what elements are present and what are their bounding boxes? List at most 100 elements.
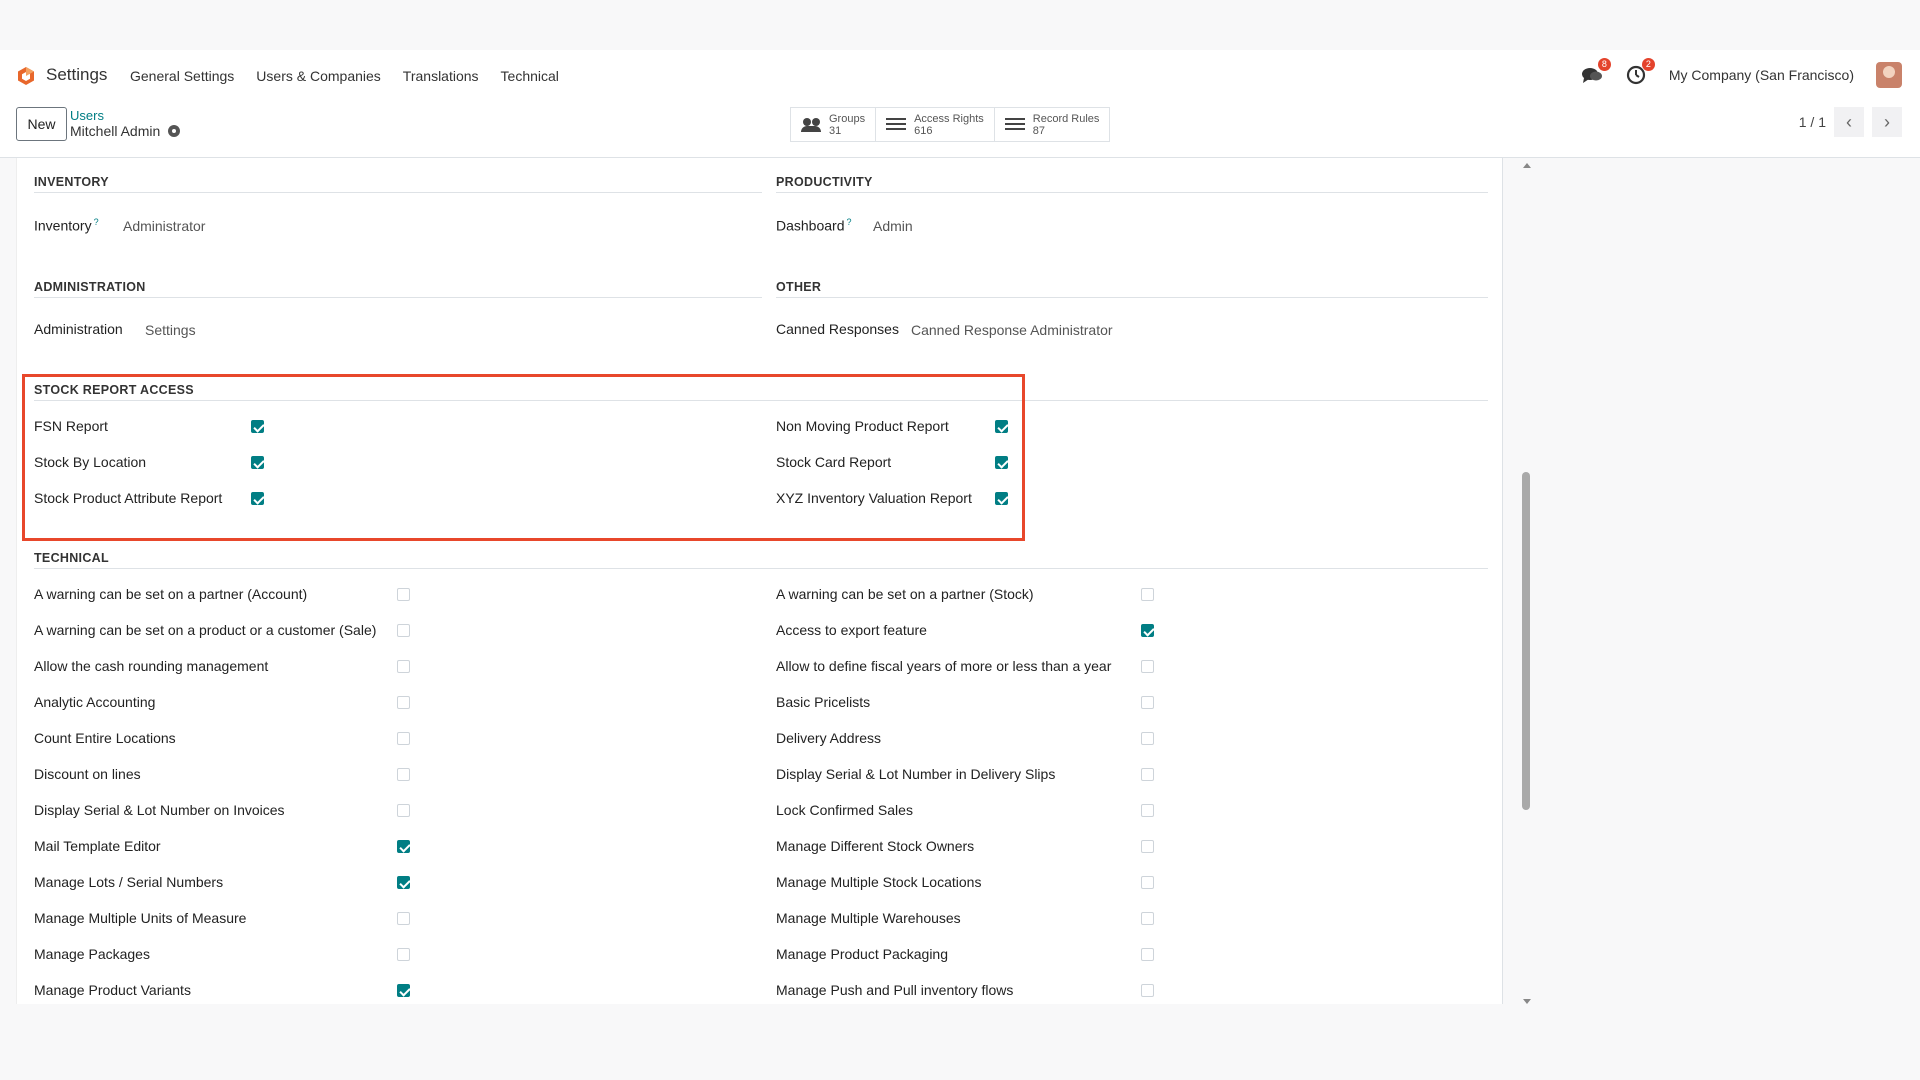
scroll-up-arrow-icon[interactable]: [1523, 163, 1531, 168]
technical-field-checkbox[interactable]: [397, 660, 410, 673]
field-value-administration[interactable]: Settings: [145, 322, 196, 338]
technical-field-checkbox[interactable]: [1141, 660, 1154, 673]
technical-field-checkbox[interactable]: [1141, 588, 1154, 601]
control-panel: New Users Mitchell Admin Groups 31 Access…: [0, 102, 1920, 158]
smart-buttons: Groups 31 Access Rights 616 Record Rules 87: [790, 107, 1111, 142]
menu-general-settings[interactable]: General Settings: [130, 68, 234, 84]
technical-field-label: Basic Pricelists: [776, 694, 871, 710]
technical-field-label: A warning can be set on a partner (Stock…: [776, 586, 1034, 602]
technical-field-checkbox[interactable]: [397, 768, 410, 781]
access-rights-smart-button[interactable]: Access Rights 616: [876, 108, 995, 141]
technical-field-label: Display Serial & Lot Number in Delivery …: [776, 766, 1056, 782]
odoo-logo-icon[interactable]: [16, 66, 36, 86]
technical-field-label: Manage Different Stock Owners: [776, 838, 975, 854]
list-icon: [886, 117, 907, 132]
technical-field-checkbox[interactable]: [1141, 912, 1154, 925]
section-title-technical: TECHNICAL: [34, 551, 109, 565]
technical-field-checkbox[interactable]: [397, 732, 410, 745]
field-value-inventory[interactable]: Administrator: [123, 218, 205, 234]
field-label-administration: Administration: [34, 321, 123, 337]
record-name: Mitchell Admin: [70, 123, 161, 139]
menu-users-companies[interactable]: Users & Companies: [256, 68, 381, 84]
section-title-inventory: INVENTORY: [34, 175, 109, 189]
gear-icon[interactable]: [168, 125, 181, 137]
technical-field-checkbox[interactable]: [1141, 984, 1154, 997]
pager-value[interactable]: 1 / 1: [1799, 114, 1826, 130]
smart-label: Record Rules: [1032, 112, 1100, 125]
technical-field-checkbox[interactable]: [397, 984, 410, 997]
vertical-scrollbar[interactable]: [1520, 158, 1534, 1004]
breadcrumb-current: Mitchell Admin: [70, 123, 181, 139]
breadcrumb-users[interactable]: Users: [70, 108, 104, 123]
groups-smart-button[interactable]: Groups 31: [791, 108, 877, 141]
section-divider: [34, 192, 762, 193]
technical-field-checkbox[interactable]: [397, 840, 410, 853]
highlight-box: [22, 374, 1025, 541]
technical-field-label: Mail Template Editor: [34, 838, 161, 854]
technical-field-label: Delivery Address: [776, 730, 882, 746]
technical-field-checkbox[interactable]: [1141, 804, 1154, 817]
smart-label: Groups: [829, 112, 866, 125]
technical-field-label: A warning can be set on a partner (Accou…: [34, 586, 308, 602]
technical-field-label: A warning can be set on a product or a c…: [34, 622, 377, 638]
smart-count: 87: [1032, 124, 1046, 137]
technical-field-checkbox[interactable]: [1141, 840, 1154, 853]
technical-field-checkbox[interactable]: [397, 804, 410, 817]
technical-field-label: Manage Multiple Stock Locations: [776, 874, 982, 890]
smart-label: Access Rights: [914, 112, 984, 125]
navbar-right: 8 2 My Company (San Francisco): [1581, 58, 1902, 88]
technical-field-label: Display Serial & Lot Number on Invoices: [34, 802, 285, 818]
technical-field-checkbox[interactable]: [397, 876, 410, 889]
field-value-dashboard[interactable]: Admin: [873, 218, 913, 234]
technical-field-checkbox[interactable]: [1141, 732, 1154, 745]
pager: 1 / 1 ‹ ›: [1799, 107, 1902, 137]
scrollbar-thumb[interactable]: [1522, 472, 1530, 810]
activity-badge: 2: [1641, 58, 1655, 71]
technical-field-label: Manage Push and Pull inventory flows: [776, 982, 1014, 998]
record-rules-smart-button[interactable]: Record Rules 87: [995, 108, 1110, 141]
technical-field-checkbox[interactable]: [397, 588, 410, 601]
technical-field-label: Analytic Accounting: [34, 694, 156, 710]
new-button[interactable]: New: [16, 107, 67, 141]
technical-field-checkbox[interactable]: [1141, 624, 1154, 637]
activity-button[interactable]: 2: [1625, 58, 1655, 86]
section-title-productivity: PRODUCTIVITY: [776, 175, 873, 189]
technical-field-checkbox[interactable]: [1141, 768, 1154, 781]
technical-field-checkbox[interactable]: [1141, 876, 1154, 889]
technical-field-label: Access to export feature: [776, 622, 927, 638]
menu-technical[interactable]: Technical: [501, 68, 559, 84]
technical-field-checkbox[interactable]: [397, 696, 410, 709]
section-title-administration: ADMINISTRATION: [34, 280, 146, 294]
technical-field-label: Manage Multiple Warehouses: [776, 910, 961, 926]
section-title-other: OTHER: [776, 280, 822, 294]
technical-field-label: Manage Multiple Units of Measure: [34, 910, 247, 926]
technical-field-checkbox[interactable]: [397, 624, 410, 637]
company-switcher[interactable]: My Company (San Francisco): [1669, 67, 1854, 83]
technical-field-checkbox[interactable]: [1141, 696, 1154, 709]
technical-field-label: Manage Product Variants: [34, 982, 191, 998]
users-icon: [801, 117, 821, 132]
form-sheet: INVENTORY Inventory? Administrator PRODU…: [16, 158, 1503, 1004]
technical-field-checkbox[interactable]: [397, 948, 410, 961]
menu-translations[interactable]: Translations: [403, 68, 479, 84]
field-label-inventory: Inventory?: [34, 217, 99, 234]
app-title[interactable]: Settings: [46, 65, 107, 85]
technical-field-label: Allow to define fiscal years of more or …: [776, 658, 1112, 674]
scroll-down-arrow-icon[interactable]: [1523, 999, 1531, 1004]
technical-field-label: Manage Packages: [34, 946, 150, 962]
field-value-canned-responses[interactable]: Canned Response Administrator: [911, 322, 1113, 338]
technical-field-label: Discount on lines: [34, 766, 141, 782]
field-label-dashboard: Dashboard?: [776, 217, 852, 234]
technical-field-checkbox[interactable]: [1141, 948, 1154, 961]
field-label-canned-responses: Canned Responses: [776, 321, 899, 337]
section-divider: [34, 297, 762, 298]
section-divider: [34, 568, 1488, 569]
messaging-button[interactable]: 8: [1581, 58, 1611, 86]
pager-next-button[interactable]: ›: [1872, 107, 1902, 137]
technical-field-label: Count Entire Locations: [34, 730, 176, 746]
user-avatar[interactable]: [1876, 62, 1902, 88]
smart-count: 616: [914, 124, 933, 137]
list-icon: [1004, 117, 1025, 132]
technical-field-checkbox[interactable]: [397, 912, 410, 925]
pager-previous-button[interactable]: ‹: [1834, 107, 1864, 137]
